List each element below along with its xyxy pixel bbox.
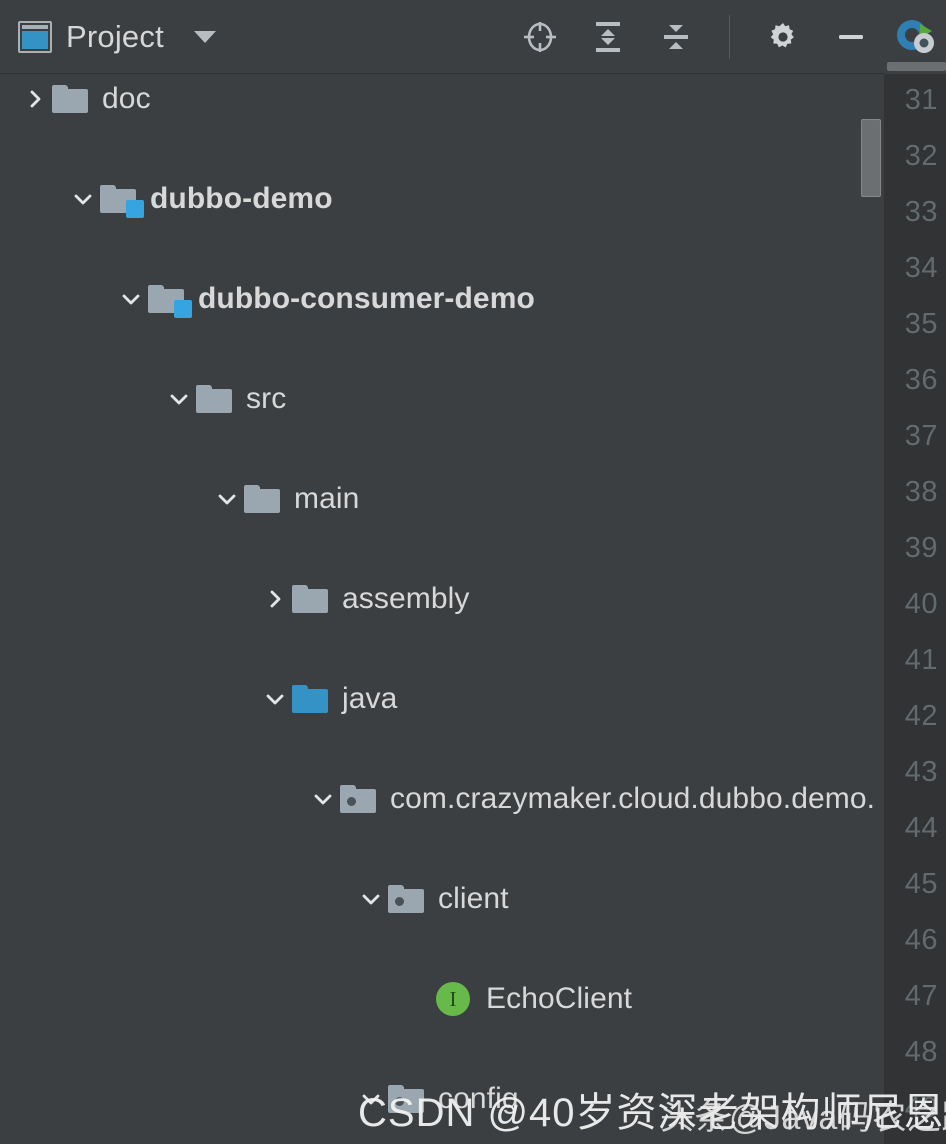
tree-row-label: assembly xyxy=(342,582,470,615)
editor-horizontal-scrollbar[interactable] xyxy=(887,62,946,71)
tree-row-label: EchoClient xyxy=(486,982,633,1015)
line-number: 42 xyxy=(904,700,938,732)
select-opened-file-button[interactable] xyxy=(521,18,559,56)
line-number: 44 xyxy=(904,812,938,844)
expand-all-icon xyxy=(596,21,620,52)
hide-button[interactable] xyxy=(832,18,870,56)
chevron-right-icon[interactable] xyxy=(18,82,52,116)
package-dot-icon xyxy=(395,1097,404,1106)
package-folder-icon xyxy=(340,785,376,813)
settings-button[interactable] xyxy=(764,18,802,56)
line-number: 38 xyxy=(904,476,938,508)
tree-row[interactable]: client xyxy=(0,874,884,924)
project-tree-scrollbar[interactable] xyxy=(860,74,881,1144)
tree-row-label: client xyxy=(438,882,509,915)
line-number: 32 xyxy=(904,140,938,172)
line-number: 49 xyxy=(904,1092,938,1124)
line-number: 36 xyxy=(904,364,938,396)
tree-row-label: src xyxy=(246,382,287,415)
package-dot-icon xyxy=(395,897,404,906)
tree-row[interactable]: com.crazymaker.cloud.dubbo.demo. xyxy=(0,774,884,824)
folder-icon xyxy=(52,85,88,113)
tree-row[interactable]: dubbo-consumer-demo xyxy=(0,274,884,324)
chevron-down-icon[interactable] xyxy=(210,482,244,516)
interface-icon: I xyxy=(436,982,470,1016)
line-number: 33 xyxy=(904,196,938,228)
line-number-column: 31 32 33 34 35 36 37 38 39 40 41 42 43 44 45 46 47 48 49 xyxy=(884,74,946,1144)
scrollbar-thumb[interactable] xyxy=(861,119,881,197)
toolbar-divider xyxy=(729,14,730,59)
line-number: 43 xyxy=(904,756,938,788)
crosshair-target-icon xyxy=(524,21,556,52)
project-tree[interactable]: doc dubbo-demo dubbo-consumer-demo src main a… xyxy=(0,74,884,1144)
line-number: 47 xyxy=(904,980,938,1012)
package-dot-icon xyxy=(347,797,356,806)
run-configuration-icon[interactable] xyxy=(890,12,940,62)
minimize-icon xyxy=(839,34,863,39)
tree-row[interactable]: java xyxy=(0,674,884,724)
source-root-folder-icon xyxy=(292,685,328,713)
chevron-down-icon[interactable] xyxy=(354,1082,388,1116)
chevron-down-icon[interactable] xyxy=(162,382,196,416)
tree-row[interactable]: dubbo-demo xyxy=(0,174,884,224)
editor-gutter: 31 32 33 34 35 36 37 38 39 40 41 42 43 44 45 46 47 48 49 xyxy=(884,0,946,1144)
module-folder-icon xyxy=(148,285,192,318)
project-toolbar xyxy=(521,14,870,59)
tree-row-label: doc xyxy=(102,82,151,115)
project-tool-window-header: Project xyxy=(0,0,884,74)
page-title: Project xyxy=(66,19,164,54)
line-number: 39 xyxy=(904,532,938,564)
gear-icon xyxy=(770,22,794,47)
project-tool-window: Project doc dubbo-demo dubbo-consumer-de… xyxy=(0,0,884,1144)
module-badge-icon xyxy=(126,200,144,218)
line-number: 45 xyxy=(904,868,938,900)
folder-icon xyxy=(292,585,328,613)
gutter-header xyxy=(884,0,946,74)
line-number: 35 xyxy=(904,308,938,340)
tree-row[interactable]: src xyxy=(0,374,884,424)
project-window-icon xyxy=(18,20,52,53)
chevron-down-icon[interactable] xyxy=(114,282,148,316)
line-number: 48 xyxy=(904,1036,938,1068)
tree-row[interactable]: doc xyxy=(0,74,884,124)
project-view-selector[interactable]: Project xyxy=(18,19,216,54)
tree-row-label: com.crazymaker.cloud.dubbo.demo. xyxy=(390,782,876,815)
collapse-all-button[interactable] xyxy=(657,18,695,56)
line-number: 34 xyxy=(904,252,938,284)
tree-row[interactable]: assembly xyxy=(0,574,884,624)
line-number: 31 xyxy=(904,84,938,116)
tree-row-label: main xyxy=(294,482,360,515)
chevron-down-icon[interactable] xyxy=(354,882,388,916)
tree-row-label: config xyxy=(438,1082,519,1115)
chevron-down-icon[interactable] xyxy=(306,782,340,816)
package-folder-icon xyxy=(388,885,424,913)
tree-row[interactable]: main xyxy=(0,474,884,524)
chevron-down-icon[interactable] xyxy=(66,182,100,216)
chevron-down-icon[interactable] xyxy=(193,30,216,43)
line-number: 46 xyxy=(904,924,938,956)
line-number: 41 xyxy=(904,644,938,676)
tree-row[interactable]: config xyxy=(0,1074,884,1124)
module-badge-icon xyxy=(174,300,192,318)
line-number: 37 xyxy=(904,420,938,452)
expand-all-button[interactable] xyxy=(589,18,627,56)
package-folder-icon xyxy=(388,1085,424,1113)
line-number: 40 xyxy=(904,588,938,620)
collapse-all-icon xyxy=(664,24,688,49)
folder-icon xyxy=(196,385,232,413)
tree-row-label: java xyxy=(342,682,398,715)
folder-icon xyxy=(244,485,280,513)
chevron-right-icon[interactable] xyxy=(258,582,292,616)
ide-window: Project doc dubbo-demo dubbo-consumer-de… xyxy=(0,0,946,1144)
module-folder-icon xyxy=(100,185,144,218)
tree-row-label: dubbo-demo xyxy=(150,182,333,215)
chevron-down-icon[interactable] xyxy=(258,682,292,716)
tree-row[interactable]: I EchoClient xyxy=(0,974,884,1024)
tree-row-label: dubbo-consumer-demo xyxy=(198,282,535,315)
